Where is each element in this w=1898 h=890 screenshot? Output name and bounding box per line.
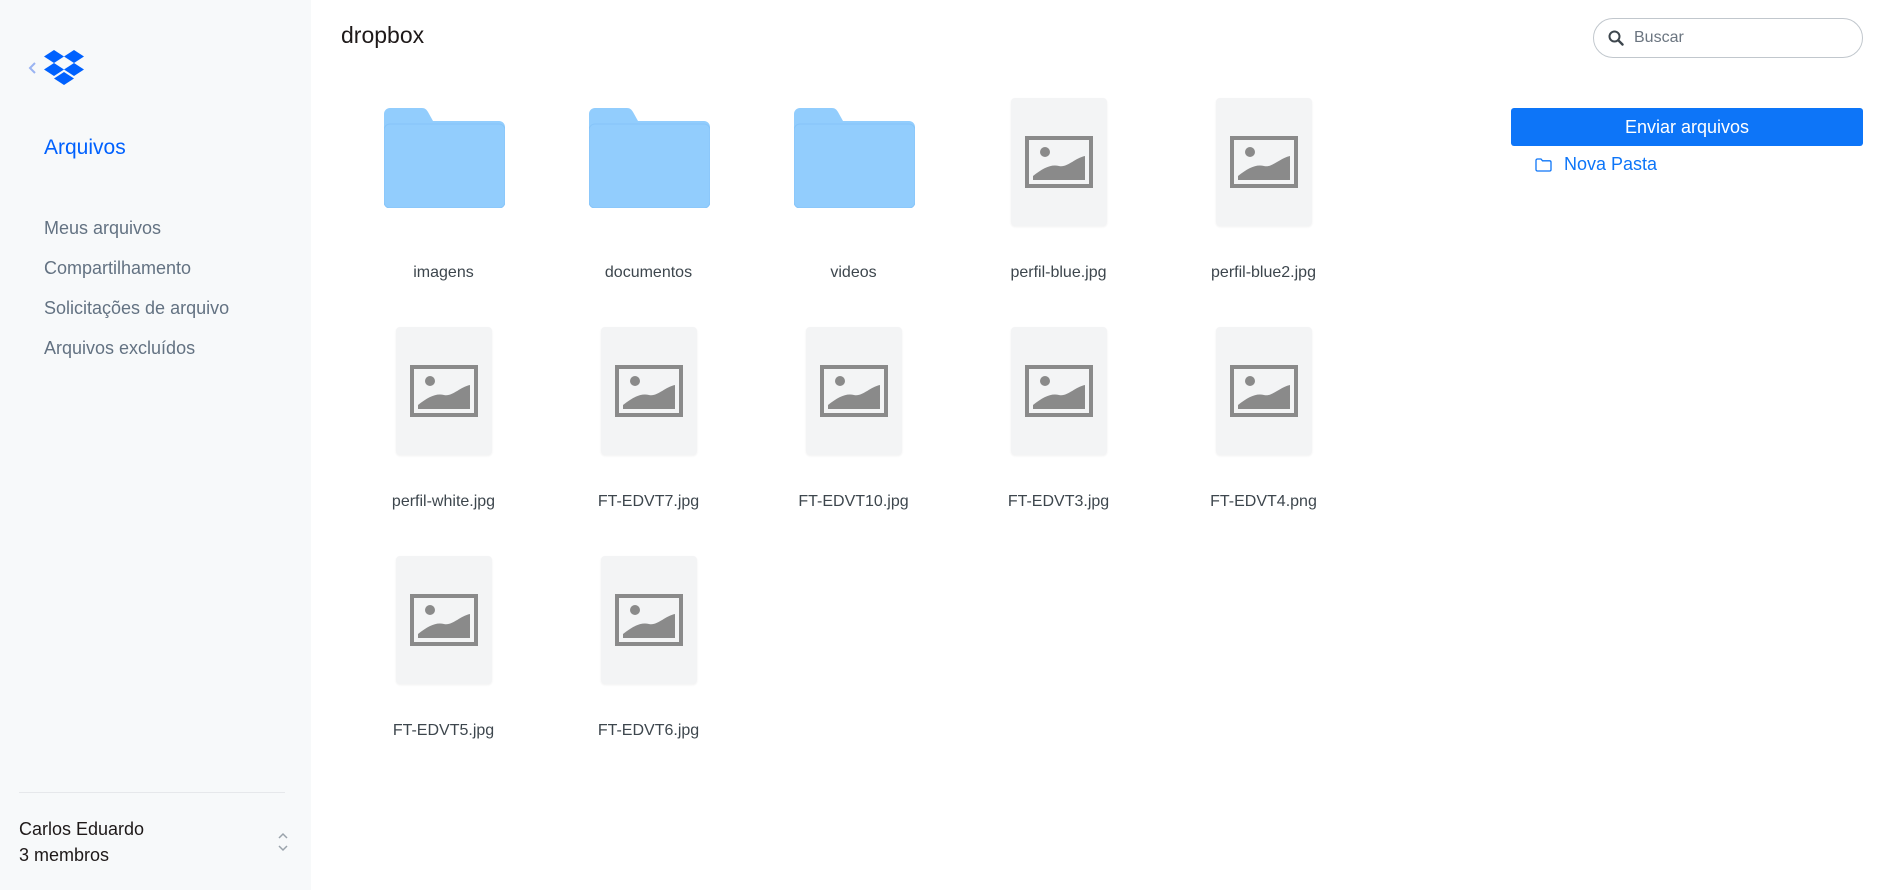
image-placeholder-icon [615,594,683,646]
new-folder-label: Nova Pasta [1564,154,1658,174]
file-name: perfil-blue.jpg [1010,264,1107,281]
sidebar-divider [19,792,285,793]
image-thumbnail [396,327,492,455]
image-placeholder-icon [410,594,478,646]
main-content: dropbox Enviar arquivos Nova Pasta image… [311,0,1898,890]
folder-item[interactable]: imagens [341,78,546,307]
image-placeholder-icon [1025,365,1093,417]
sidebar-item-excluidos[interactable]: Arquivos excluídos [44,336,229,376]
file-item[interactable]: FT-EDVT4.png [1161,307,1366,536]
image-placeholder-icon [1025,136,1093,188]
image-placeholder-icon [615,365,683,417]
file-item[interactable]: FT-EDVT5.jpg [341,536,546,765]
file-name: perfil-white.jpg [391,493,496,510]
file-name: FT-EDVT7.jpg [597,493,700,510]
folder-item[interactable]: documentos [546,78,751,307]
folder-icon [383,108,506,209]
sidebar-item-compartilhamento[interactable]: Compartilhamento [44,256,229,296]
chevron-up-down-icon [277,830,289,854]
sidebar-nav: Meus arquivos Compartilhamento Solicitaç… [44,216,229,376]
file-name: imagens [413,264,474,281]
sidebar-item-meus-arquivos[interactable]: Meus arquivos [44,216,229,256]
file-name: FT-EDVT3.jpg [1007,493,1110,510]
file-item[interactable]: FT-EDVT10.jpg [751,307,956,536]
file-item[interactable]: FT-EDVT7.jpg [546,307,751,536]
image-placeholder-icon [1230,136,1298,188]
file-name: FT-EDVT5.jpg [392,722,495,739]
file-name: FT-EDVT10.jpg [798,493,909,510]
search-box[interactable] [1593,18,1863,58]
image-thumbnail [1216,327,1312,455]
image-thumbnail [601,327,697,455]
upload-files-button[interactable]: Enviar arquivos [1511,108,1863,146]
search-icon [1608,30,1624,46]
file-grid: imagens documentos videos perfil-blue.jpg pe… [341,78,1381,765]
file-item[interactable]: FT-EDVT3.jpg [956,307,1161,536]
image-thumbnail [601,556,697,684]
image-thumbnail [396,556,492,684]
team-members-count: 3 membros [19,845,110,865]
folder-icon [588,108,711,209]
file-name: videos [830,264,877,281]
image-thumbnail [1216,98,1312,226]
new-folder-button[interactable]: Nova Pasta [1535,154,1657,175]
image-placeholder-icon [820,365,888,417]
image-thumbnail [806,327,902,455]
file-item[interactable]: perfil-white.jpg [341,307,546,536]
dropbox-logo[interactable] [44,50,84,86]
account-switcher[interactable]: Carlos Eduardo 3 membros [19,816,289,872]
sidebar: Arquivos Meus arquivos Compartilhamento … [0,0,311,890]
page-title: dropbox [341,22,425,48]
image-thumbnail [1011,98,1107,226]
sidebar-title[interactable]: Arquivos [44,136,126,160]
file-name: perfil-blue2.jpg [1211,264,1316,281]
image-placeholder-icon [1230,365,1298,417]
file-item[interactable]: FT-EDVT6.jpg [546,536,751,765]
folder-outline-icon [1535,157,1552,172]
image-thumbnail [1011,327,1107,455]
search-input[interactable] [1634,29,1854,47]
chevron-left-icon[interactable] [26,60,40,76]
file-name: FT-EDVT6.jpg [597,722,700,739]
folder-item[interactable]: videos [751,78,956,307]
folder-icon [793,108,916,209]
file-item[interactable]: perfil-blue.jpg [956,78,1161,307]
sidebar-item-solicitacoes[interactable]: Solicitações de arquivo [44,296,229,336]
file-name: documentos [604,264,693,281]
file-item[interactable]: perfil-blue2.jpg [1161,78,1366,307]
file-name: FT-EDVT4.png [1210,493,1317,510]
user-name: Carlos Eduardo [19,819,145,839]
image-placeholder-icon [410,365,478,417]
